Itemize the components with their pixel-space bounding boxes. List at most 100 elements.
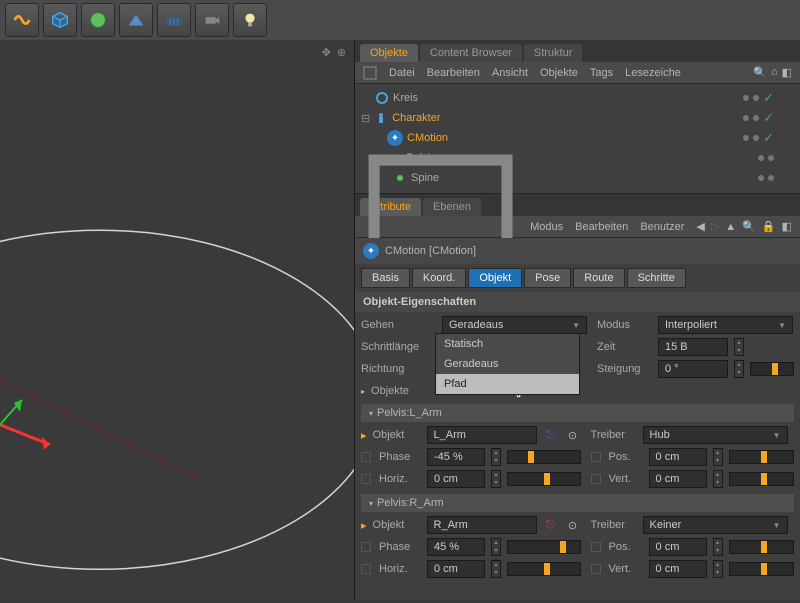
menu-ansicht[interactable]: Ansicht (492, 67, 528, 79)
label-phase: Phase (379, 451, 421, 463)
subtab-basis[interactable]: Basis (361, 268, 410, 288)
link-icon[interactable]: ⎋ (543, 517, 559, 533)
cmotion-icon: ✦ (387, 130, 403, 146)
slider-rarm-phase[interactable] (507, 540, 581, 554)
subtab-koord[interactable]: Koord. (412, 268, 466, 288)
layout-icon[interactable]: ◧ (782, 220, 792, 233)
lock-icon[interactable]: 🔒 (762, 220, 776, 233)
input-rarm-phase[interactable] (427, 538, 485, 556)
nav-icon[interactable]: ✥ (322, 46, 331, 59)
slider-larm-horiz[interactable] (507, 472, 581, 486)
menu-tags[interactable]: Tags (590, 67, 613, 79)
label-vert: Vert. (609, 563, 643, 575)
label-horiz: Horiz. (379, 563, 421, 575)
tab-struktur[interactable]: Struktur (524, 44, 583, 62)
character-icon (374, 111, 388, 125)
label-pos: Pos. (609, 451, 643, 463)
viewport-nav-icons[interactable]: ✥ ⊕ (322, 46, 346, 59)
label-objekt: Objekt (373, 429, 421, 441)
input-rarm-horiz[interactable] (427, 560, 485, 578)
tree-item-cmotion[interactable]: ✦ CMotion ✓ (361, 128, 794, 148)
nav-icon[interactable]: ⊕ (337, 46, 346, 59)
menu-lesezeichen[interactable]: Lesezeiche (625, 67, 681, 79)
dropdown-rarm-treiber[interactable]: Keiner▼ (643, 516, 788, 534)
input-larm-horiz[interactable] (427, 470, 485, 488)
dditem-pfad[interactable]: Pfad (436, 374, 579, 394)
target-icon[interactable]: ⊙ (565, 517, 581, 533)
dropdown-modus[interactable]: Interpoliert▼ (658, 316, 793, 334)
subtab-schritte[interactable]: Schritte (627, 268, 686, 288)
label-vert: Vert. (609, 473, 643, 485)
gehen-dropdown-popup[interactable]: Statisch Geradeaus Pfad (435, 333, 580, 395)
input-zeit[interactable] (658, 338, 728, 356)
input-rarm-vert[interactable] (649, 560, 707, 578)
input-larm-vert[interactable] (649, 470, 707, 488)
props-title: Objekt-Eigenschaften (355, 292, 800, 312)
nav-up-icon[interactable]: ▲ (725, 221, 736, 233)
dditem-geradeaus[interactable]: Geradeaus (436, 354, 579, 374)
target-icon[interactable]: ⊙ (565, 427, 581, 443)
menu-benutzer[interactable]: Benutzer (640, 221, 684, 233)
subtab-objekt[interactable]: Objekt (468, 268, 522, 288)
menu-bearbeiten[interactable]: Bearbeiten (427, 67, 480, 79)
field-rarm-objekt[interactable]: R_Arm (427, 516, 537, 534)
view-icon[interactable] (363, 66, 377, 80)
subtab-pose[interactable]: Pose (524, 268, 571, 288)
input-larm-pos[interactable] (649, 448, 707, 466)
layout-icon[interactable]: ◧ (782, 66, 792, 79)
attribute-subtabs: Basis Koord. Objekt Pose Route Schritte (355, 264, 800, 292)
tool-camera[interactable] (195, 3, 229, 37)
tree-item-kreis[interactable]: Kreis ✓ (361, 88, 794, 108)
nav-fwd-icon[interactable]: ▷ (711, 220, 719, 233)
tab-content-browser[interactable]: Content Browser (420, 44, 522, 62)
slider-steigung[interactable] (750, 362, 794, 376)
label-modus: Modus (597, 319, 652, 331)
dditem-statisch[interactable]: Statisch (436, 334, 579, 354)
tool-light[interactable] (233, 3, 267, 37)
input-rarm-pos[interactable] (649, 538, 707, 556)
label-pos: Pos. (609, 541, 643, 553)
home-icon[interactable]: ⌂ (771, 66, 778, 79)
label-objekt: Objekt (373, 519, 421, 531)
section-pelvis-rarm[interactable]: ▾Pelvis:R_Arm (361, 494, 794, 512)
search-icon[interactable]: 🔍 (742, 220, 756, 233)
link-icon[interactable]: ⎋ (543, 427, 559, 443)
dropdown-larm-treiber[interactable]: Hub▼ (643, 426, 788, 444)
menu-datei[interactable]: Datei (389, 67, 415, 79)
subtab-route[interactable]: Route (573, 268, 624, 288)
nav-back-icon[interactable]: ◀ (696, 220, 704, 233)
tree-item-charakter[interactable]: ⊟ Charakter ✓ (361, 108, 794, 128)
circle-icon (375, 91, 389, 105)
label-treiber: Treiber (591, 519, 637, 531)
input-steigung[interactable] (658, 360, 728, 378)
label-steigung: Steigung (597, 363, 652, 375)
slider-larm-phase[interactable] (507, 450, 581, 464)
menu-objekte[interactable]: Objekte (540, 67, 578, 79)
main-toolbar (0, 0, 800, 40)
tool-floor[interactable] (157, 3, 191, 37)
tool-wedge[interactable] (119, 3, 153, 37)
viewport-3d[interactable]: ✥ ⊕ (0, 40, 355, 600)
attribute-menubar: Modus Bearbeiten Benutzer ◀ ▷ ▲ 🔍 🔒 ◧ (355, 216, 800, 238)
tool-cube[interactable] (43, 3, 77, 37)
cmotion-title-bar: ✦ CMotion [CMotion] (355, 238, 800, 264)
label-horiz: Horiz. (379, 473, 421, 485)
search-icon[interactable]: 🔍 (753, 66, 767, 79)
label-schrittlaenge: Schrittlänge (361, 341, 436, 353)
label-zeit: Zeit (597, 341, 652, 353)
menu-modus[interactable]: Modus (530, 221, 563, 233)
tool-snake[interactable] (5, 3, 39, 37)
dropdown-gehen[interactable]: Geradeaus▼ (442, 316, 587, 334)
section-pelvis-larm[interactable]: ▾Pelvis:L_Arm (361, 404, 794, 422)
tab-objekte[interactable]: Objekte (360, 44, 418, 62)
input-larm-phase[interactable] (427, 448, 485, 466)
menu-bearbeiten[interactable]: Bearbeiten (575, 221, 628, 233)
spinner-steigung[interactable]: ▴▾ (734, 360, 744, 378)
field-larm-objekt[interactable]: L_Arm (427, 426, 537, 444)
tool-sphere[interactable] (81, 3, 115, 37)
label-richtung: Richtung (361, 363, 436, 375)
label-treiber: Treiber (591, 429, 637, 441)
object-manager-tabs: Objekte Content Browser Struktur (355, 40, 800, 62)
spinner-zeit[interactable]: ▴▾ (734, 338, 744, 356)
label-gehen: Gehen (361, 319, 436, 331)
